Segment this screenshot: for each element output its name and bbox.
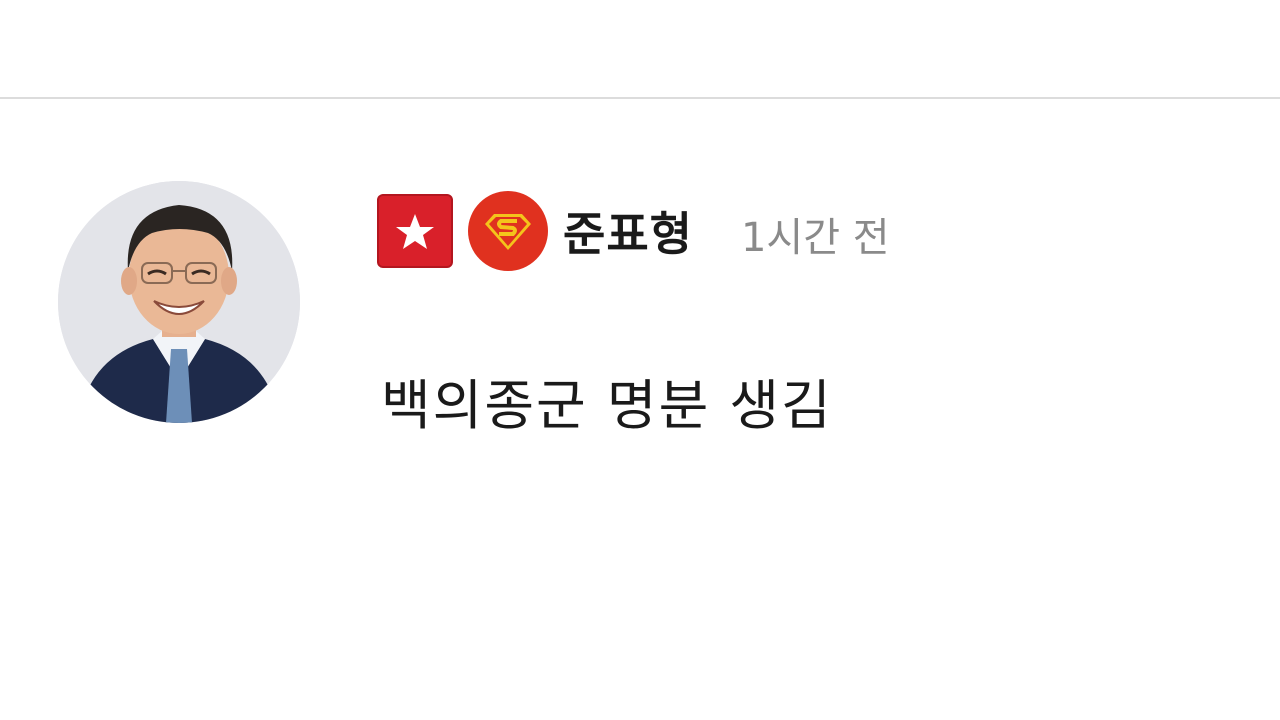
- star-badge-icon: [377, 194, 453, 268]
- author-name[interactable]: 준표형: [563, 198, 693, 264]
- avatar-photo: [58, 181, 300, 423]
- avatar[interactable]: [58, 181, 300, 423]
- page: 준표형 1시간 전 백의종군 명분 생김: [0, 0, 1280, 720]
- post-timestamp: 1시간 전: [740, 215, 890, 261]
- post-header: 준표형 1시간 전: [377, 189, 890, 273]
- post-content: 백의종군 명분 생김: [381, 374, 833, 437]
- superman-badge-icon: [468, 191, 548, 271]
- post-item: 준표형 1시간 전 백의종군 명분 생김: [0, 99, 1280, 720]
